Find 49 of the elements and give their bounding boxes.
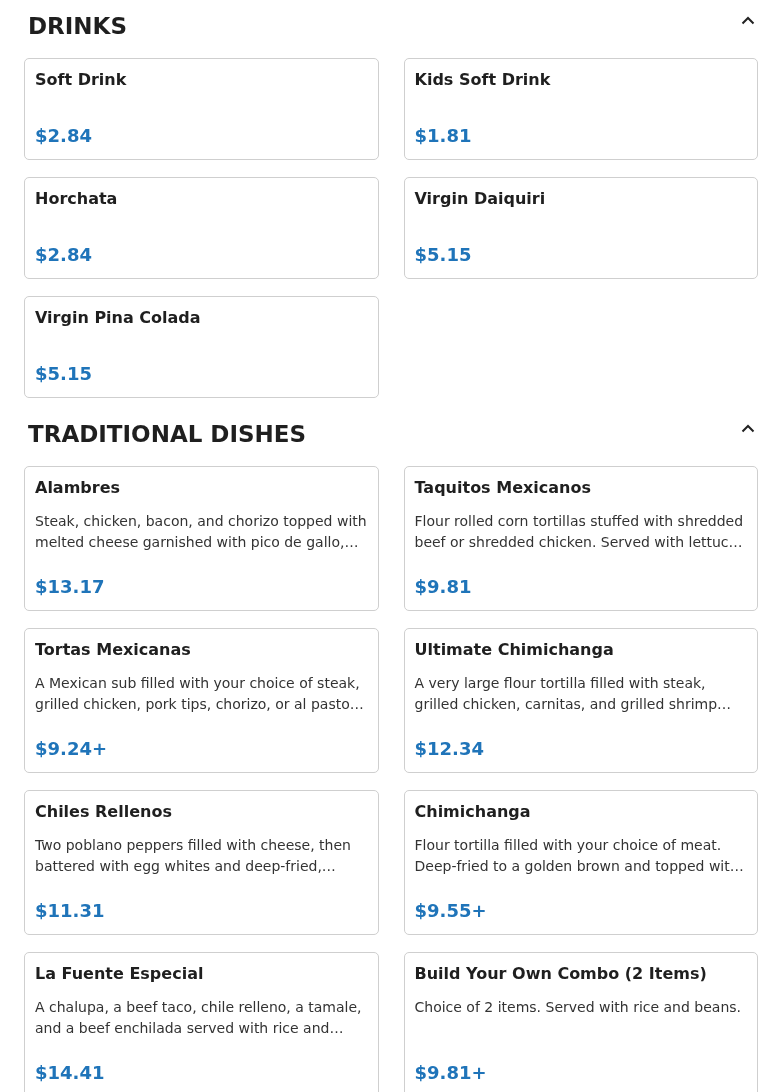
item-name: Soft Drink — [35, 69, 128, 91]
item-name: La Fuente Especial — [35, 963, 205, 985]
item-description: Choice of 2 items. Served with rice and beans. — [414, 998, 743, 1017]
menu-item-card[interactable]: Virgin Daiquiri $5.15 — [403, 177, 758, 279]
item-description: Flour rolled corn tortillas stuffed with shredded beef or shredded chicken. Served with lettuc… — [414, 512, 745, 552]
item-price: $11.31 — [35, 899, 106, 923]
item-price: $13.17 — [35, 575, 106, 599]
menu-item-card[interactable]: La Fuente Especial A chalupa, a beef taco, chile relleno, a tamale, and a beef enchilada served with rice and… $14.41 — [24, 952, 379, 1092]
item-name: Build Your Own Combo (2 Items) — [414, 963, 708, 985]
menu-item-card[interactable]: Kids Soft Drink $1.81 — [403, 58, 758, 160]
menu-item-card[interactable]: Build Your Own Combo (2 Items) Choice of 2 items. Served with rice and beans. $9.81+ — [403, 952, 758, 1092]
item-price: $12.34 — [414, 737, 485, 761]
item-price: $5.15 — [35, 362, 93, 386]
item-name: Horchata — [35, 188, 119, 210]
item-description: A Mexican sub filled with your choice of steak, grilled chicken, pork tips, chorizo, or al pasto… — [35, 674, 365, 714]
menu-item-card[interactable]: Alambres Steak, chicken, bacon, and chorizo topped with melted cheese garnished with pico de gallo,… $13.17 — [24, 466, 379, 611]
item-price: $5.15 — [414, 243, 473, 267]
item-name: Chimichanga — [414, 801, 532, 823]
section-title: TRADITIONAL DISHES — [28, 420, 307, 449]
item-name: Alambres — [35, 477, 122, 499]
item-name: Virgin Pina Colada — [35, 307, 202, 329]
item-price: $9.81+ — [414, 1061, 488, 1085]
item-price: $14.41 — [35, 1061, 106, 1085]
item-price: $2.84 — [35, 124, 93, 148]
section-title: DRINKS — [28, 12, 127, 41]
item-description: Flour tortilla filled with your choice of meat. Deep-fried to a golden brown and topped wit… — [414, 836, 745, 876]
item-price: $9.55+ — [414, 899, 488, 923]
item-price: $1.81 — [414, 124, 473, 148]
menu-item-card[interactable]: Chimichanga Flour tortilla filled with your choice of meat. Deep-fried to a golden brown and topped wit… $9.55+ — [403, 790, 758, 935]
item-name: Ultimate Chimichanga — [414, 639, 615, 661]
item-name: Chiles Rellenos — [35, 801, 173, 823]
item-name: Virgin Daiquiri — [414, 188, 547, 210]
menu-item-card[interactable]: Taquitos Mexicanos Flour rolled corn tortillas stuffed with shredded beef or shredded chicken. Served with lettuc… $9.81 — [403, 466, 758, 611]
menu-item-card[interactable]: Soft Drink $2.84 — [24, 58, 379, 160]
item-name: Tortas Mexicanas — [35, 639, 192, 661]
menu-item-card[interactable]: Horchata $2.84 — [24, 177, 379, 279]
menu-item-card[interactable]: Ultimate Chimichanga A very large flour tortilla filled with steak, grilled chicken, carnitas, and grilled shrimp… $12.34 — [403, 628, 758, 773]
item-price: $9.81 — [414, 575, 473, 599]
item-price: $2.84 — [35, 243, 93, 267]
menu-item-card[interactable]: Chiles Rellenos Two poblano peppers filled with cheese, then battered with egg whites and deep-fried,… $11.31 — [24, 790, 379, 935]
item-name: Taquitos Mexicanos — [414, 477, 592, 499]
menu-item-card[interactable]: Virgin Pina Colada $5.15 — [24, 296, 379, 398]
item-description: Steak, chicken, bacon, and chorizo topped with melted cheese garnished with pico de gallo,… — [35, 512, 368, 552]
item-price: $9.24+ — [35, 737, 109, 761]
item-description: Two poblano peppers filled with cheese, then battered with egg whites and deep-fried,… — [35, 836, 352, 876]
menu-item-card[interactable]: Tortas Mexicanas A Mexican sub filled with your choice of steak, grilled chicken, pork tips, chorizo, or al pasto… $9.24+ — [24, 628, 379, 773]
item-description: A chalupa, a beef taco, chile relleno, a tamale, and a beef enchilada served with rice and… — [35, 998, 363, 1038]
item-name: Kids Soft Drink — [414, 69, 552, 91]
item-description: A very large flour tortilla filled with steak, grilled chicken, carnitas, and grilled shrimp… — [414, 674, 733, 714]
